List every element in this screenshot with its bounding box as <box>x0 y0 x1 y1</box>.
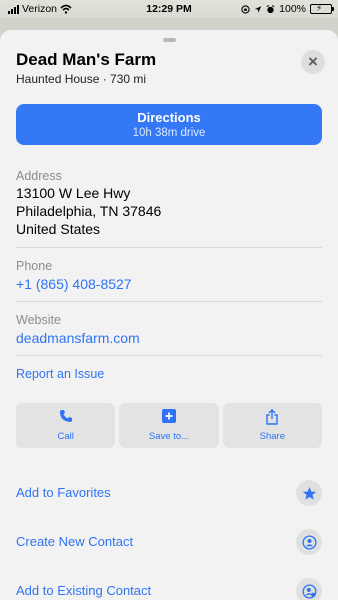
add-to-existing-contact-label: Add to Existing Contact <box>16 583 152 598</box>
place-title: Dead Man's Farm <box>16 50 157 69</box>
share-label: Share <box>259 431 285 442</box>
screen-lock-icon <box>241 4 250 14</box>
add-to-favorites-item[interactable]: Add to Favorites <box>16 480 322 506</box>
website-link[interactable]: deadmansfarm.com <box>16 330 140 347</box>
action-row: Call Save to... Share <box>16 403 322 448</box>
add-contact-icon <box>301 583 317 599</box>
call-label: Call <box>57 431 74 442</box>
save-to-label: Save to... <box>148 431 190 442</box>
address-line2: Philadelphia, TN 37846 <box>16 203 162 219</box>
add-to-existing-contact-item[interactable]: Add to Existing Contact <box>16 578 322 600</box>
share-button[interactable]: Share <box>222 403 322 448</box>
location-icon <box>254 5 262 13</box>
phone-label: Phone <box>16 259 53 273</box>
report-issue-link[interactable]: Report an Issue <box>16 367 104 381</box>
share-icon <box>266 409 279 425</box>
add-to-existing-contact-button[interactable] <box>296 578 322 600</box>
create-new-contact-item[interactable]: Create New Contact <box>16 529 322 555</box>
address-label: Address <box>16 169 62 183</box>
close-button[interactable]: × <box>301 50 325 74</box>
directions-button[interactable]: Directions 10h 38m drive <box>16 104 322 145</box>
save-to-button[interactable]: Save to... <box>119 403 219 448</box>
add-to-favorites-label: Add to Favorites <box>16 485 111 500</box>
create-new-contact-label: Create New Contact <box>16 534 134 549</box>
place-card-sheet: Dead Man's Farm Haunted House · 730 mi ×… <box>0 30 338 600</box>
website-label: Website <box>16 313 61 327</box>
battery-icon: ⚡ <box>310 3 334 14</box>
divider <box>16 355 322 356</box>
star-icon <box>302 486 316 500</box>
status-right: 100% ⚡ <box>241 3 334 15</box>
alarm-icon <box>266 4 275 13</box>
plus-icon <box>161 409 176 423</box>
add-to-favorites-button[interactable] <box>296 480 322 506</box>
status-bar: Verizon 12:29 PM 100% ⚡ <box>0 0 338 18</box>
phone-icon <box>59 410 72 422</box>
call-button[interactable]: Call <box>16 403 116 448</box>
divider <box>16 301 322 302</box>
close-icon: × <box>308 52 318 71</box>
create-new-contact-button[interactable] <box>296 529 322 555</box>
place-subtitle: Haunted House · 730 mi <box>16 72 147 86</box>
battery-percent: 100% <box>279 3 306 15</box>
phone-link[interactable]: +1 (865) 408-8527 <box>16 276 132 293</box>
sheet-grabber[interactable] <box>163 38 176 42</box>
divider <box>16 247 322 248</box>
directions-label: Directions <box>137 110 201 125</box>
address-line1: 13100 W Lee Hwy <box>16 185 131 201</box>
directions-drive-time: 10h 38m drive <box>132 127 206 139</box>
address-line3: United States <box>16 221 101 237</box>
contact-icon <box>301 534 317 550</box>
